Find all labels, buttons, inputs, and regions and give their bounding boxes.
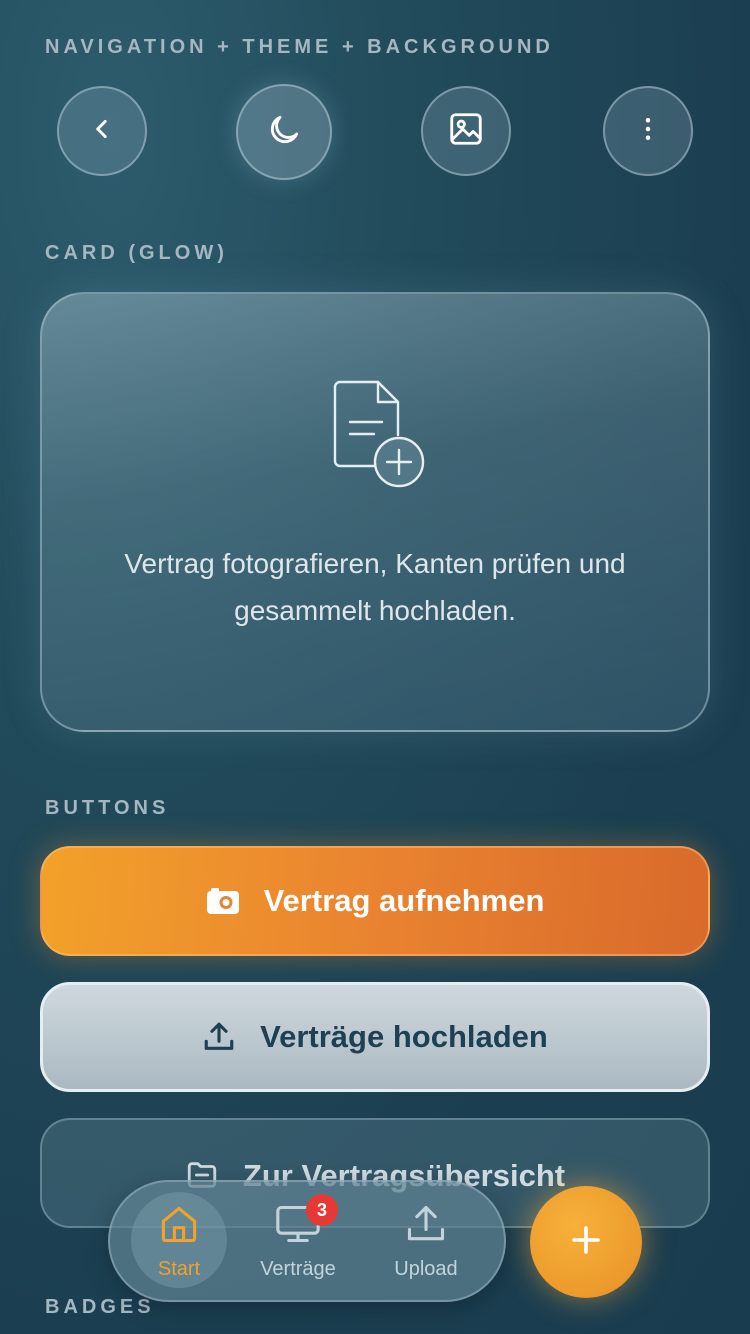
nav-item-upload-label: Upload (394, 1258, 458, 1280)
section-label-card: CARD (GLOW) (45, 242, 228, 264)
image-icon (447, 110, 485, 153)
nav-item-start[interactable]: Start (131, 1192, 227, 1288)
section-label-buttons: BUTTONS (45, 797, 170, 819)
notification-badge: 3 (306, 1194, 338, 1226)
upload-icon (404, 1202, 448, 1252)
card-description: Vertrag fotografieren, Kanten prüfen und… (124, 548, 626, 626)
section-label-navigation: NAVIGATION + THEME + BACKGROUND (45, 36, 554, 58)
capture-contract-button[interactable]: Vertrag aufnehmen (40, 846, 710, 956)
capture-contract-label: Vertrag aufnehmen (263, 883, 545, 918)
more-button[interactable] (603, 86, 693, 176)
theme-toggle-button[interactable] (236, 84, 332, 180)
upload-contracts-button[interactable]: Verträge hochladen (40, 982, 710, 1092)
nav-item-upload[interactable]: Upload (378, 1192, 474, 1288)
nav-item-contracts-label: Verträge (260, 1258, 336, 1280)
section-label-badges: BADGES (45, 1296, 155, 1318)
plus-icon (568, 1222, 604, 1263)
home-icon (157, 1202, 201, 1252)
back-button[interactable] (57, 86, 147, 176)
moon-icon (265, 111, 303, 154)
document-add-icon (330, 380, 430, 495)
add-fab-button[interactable] (530, 1186, 642, 1298)
glow-card (40, 292, 710, 732)
background-button[interactable] (421, 86, 511, 176)
upload-contracts-label: Verträge hochladen (260, 1019, 548, 1054)
camera-icon (206, 887, 240, 915)
nav-item-start-label: Start (157, 1258, 201, 1280)
upload-icon (202, 1020, 236, 1054)
more-vertical-icon (633, 114, 663, 149)
chevron-left-icon (89, 116, 115, 147)
